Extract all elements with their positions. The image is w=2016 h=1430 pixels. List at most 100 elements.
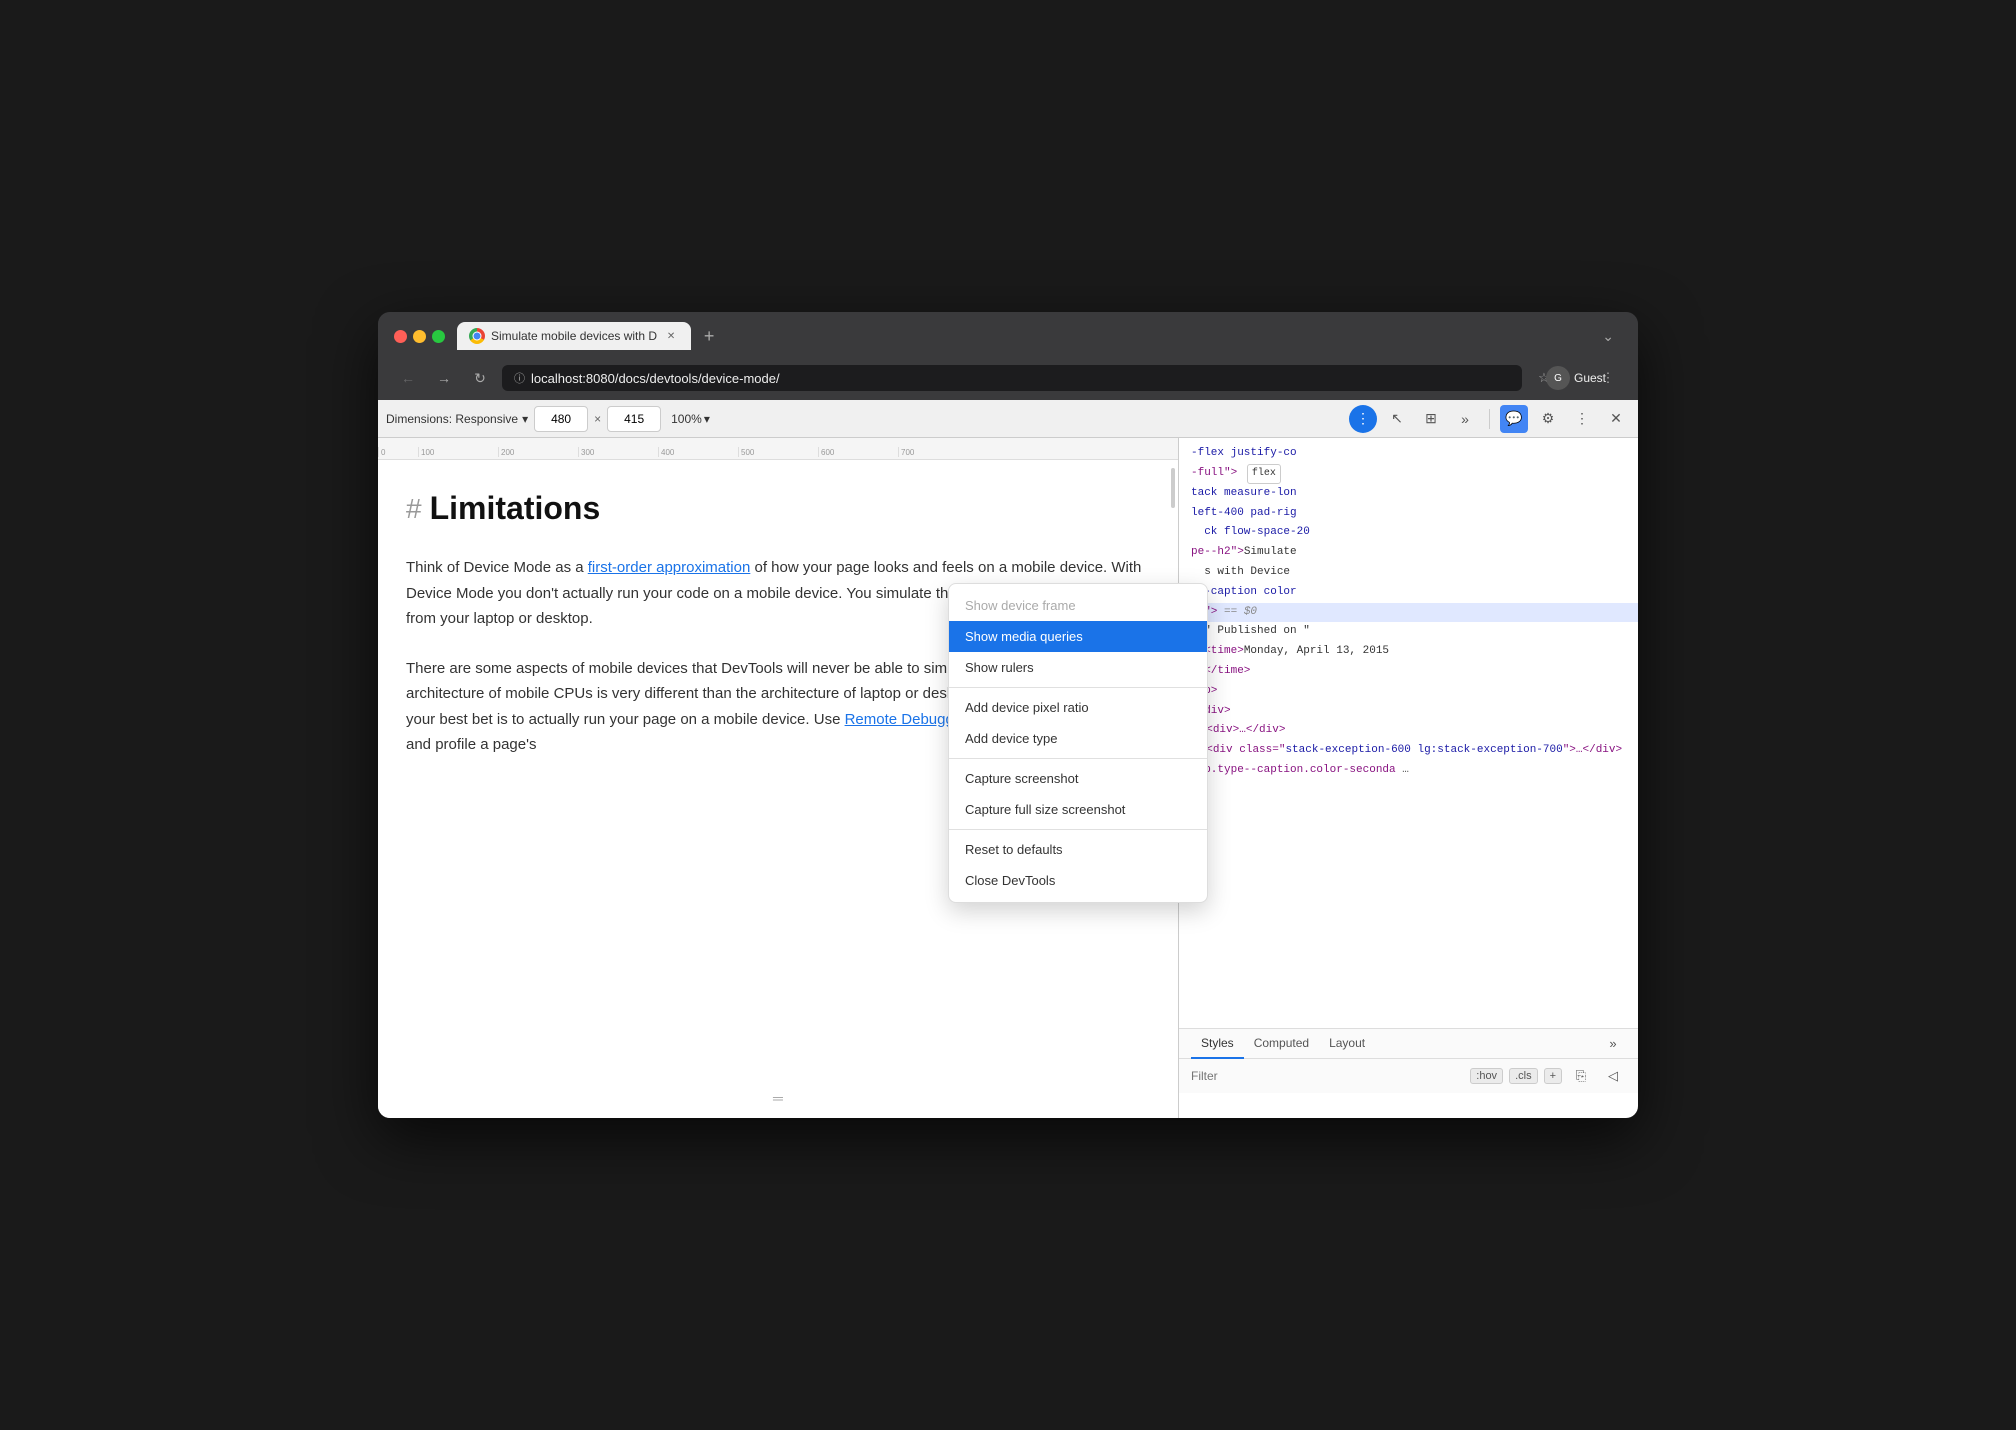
ruler-tick: 100 <box>418 447 498 457</box>
dimensions-dropdown-icon: ▾ <box>522 412 528 426</box>
title-bar: Simulate mobile devices with D ✕ + ⌄ <box>378 312 1638 358</box>
ruler-tick: 300 <box>578 447 658 457</box>
scroll-hint: ═ <box>773 1090 783 1106</box>
new-tab-button[interactable]: + <box>695 322 723 350</box>
equals-sign: == $0 <box>1224 606 1257 618</box>
menu-divider <box>949 758 1207 759</box>
dimensions-label: Dimensions: Responsive <box>386 412 518 426</box>
dimensions-selector[interactable]: Dimensions: Responsive ▾ <box>386 412 528 426</box>
devtools-emulation-toolbar: Dimensions: Responsive ▾ × 100% ▾ ⋮ ↖ ⊞ … <box>378 400 1638 438</box>
dom-line: -full"> flex <box>1179 464 1638 484</box>
ruler-tick: 400 <box>658 447 738 457</box>
styles-panel: Styles Computed Layout » :hov .cls + ⎘ ◁ <box>1179 1028 1638 1118</box>
minimize-button[interactable] <box>413 330 426 343</box>
zoom-dropdown-icon: ▾ <box>704 412 710 426</box>
dom-line: -flex justify-co <box>1179 444 1638 464</box>
styles-tabs: Styles Computed Layout » <box>1179 1029 1638 1059</box>
chat-icon[interactable]: 💬 <box>1500 405 1528 433</box>
tab-computed[interactable]: Computed <box>1244 1029 1319 1059</box>
more-options-button[interactable]: ⋮ <box>1349 405 1377 433</box>
back-button[interactable]: ← <box>394 364 422 392</box>
maximize-button[interactable] <box>432 330 445 343</box>
cls-button[interactable]: .cls <box>1509 1068 1538 1084</box>
ruler-tick: 500 <box>738 447 818 457</box>
context-menu: Show device frame Show media queries Sho… <box>948 583 1208 903</box>
dom-line: ck flow-space-20 <box>1179 523 1638 543</box>
dimension-separator: × <box>594 412 601 426</box>
tab-layout[interactable]: Layout <box>1319 1029 1375 1059</box>
devtools-panel: -flex justify-co -full"> flex tack measu… <box>1178 438 1638 1118</box>
ruler-tick: 0 <box>378 447 418 457</box>
cm-close-devtools[interactable]: Close DevTools <box>949 865 1207 896</box>
width-input[interactable] <box>534 406 588 432</box>
browser-actions: ☆ G Guest ⋮ <box>1530 364 1622 392</box>
dom-line: ▶ <div class="stack-exception-600 lg:sta… <box>1179 741 1638 761</box>
cm-show-rulers[interactable]: Show rulers <box>949 652 1207 683</box>
cm-add-device-pixel-ratio[interactable]: Add device pixel ratio <box>949 692 1207 723</box>
url-bar[interactable]: ⓘ localhost:8080/docs/devtools/device-mo… <box>502 365 1522 391</box>
dom-line: left-400 pad-rig <box>1179 504 1638 524</box>
tab-menu-button[interactable]: ⌄ <box>1594 324 1622 349</box>
kebab-menu-icon[interactable]: ⋮ <box>1568 405 1596 433</box>
tab-favicon <box>469 328 485 344</box>
more-button[interactable]: ⋮ <box>1594 364 1622 392</box>
ruler-tick: 200 <box>498 447 578 457</box>
styles-filter-input[interactable] <box>1191 1069 1464 1083</box>
reload-button[interactable]: ↻ <box>466 364 494 392</box>
page-heading: # Limitations <box>406 490 1150 527</box>
toggle-style-icon[interactable]: ◁ <box>1600 1063 1626 1089</box>
cm-reset-to-defaults[interactable]: Reset to defaults <box>949 834 1207 865</box>
menu-divider <box>949 687 1207 688</box>
address-bar: ← → ↻ ⓘ localhost:8080/docs/devtools/dev… <box>378 358 1638 400</box>
dom-line: s with Device <box>1179 563 1638 583</box>
height-input[interactable] <box>607 406 661 432</box>
cursor-icon[interactable]: ↖ <box>1383 405 1411 433</box>
close-button[interactable] <box>394 330 407 343</box>
cm-capture-full-screenshot[interactable]: Capture full size screenshot <box>949 794 1207 825</box>
settings-icon[interactable]: ⚙ <box>1534 405 1562 433</box>
zoom-selector[interactable]: 100% ▾ <box>671 412 710 426</box>
add-style-button[interactable]: + <box>1544 1068 1562 1084</box>
dom-area: -flex justify-co -full"> flex tack measu… <box>1179 438 1638 1028</box>
dom-line: </p> <box>1179 682 1638 702</box>
flex-badge: flex <box>1247 464 1281 484</box>
menu-divider <box>949 829 1207 830</box>
close-devtools-icon[interactable]: ✕ <box>1602 405 1630 433</box>
hash-icon: # <box>406 493 422 525</box>
traffic-lights <box>394 330 445 343</box>
first-order-link[interactable]: first-order approximation <box>588 559 751 576</box>
cm-capture-screenshot[interactable]: Capture screenshot <box>949 763 1207 794</box>
dom-line: … p.type--caption.color-seconda … <box>1179 761 1638 781</box>
ruler-tick: 700 <box>898 447 978 457</box>
forward-button[interactable]: → <box>430 364 458 392</box>
lock-icon: ⓘ <box>514 370 525 386</box>
cm-show-media-queries[interactable]: Show media queries <box>949 621 1207 652</box>
heading-text: Limitations <box>430 490 601 527</box>
cm-show-device-frame[interactable]: Show device frame <box>949 590 1207 621</box>
dom-line: e--caption color <box>1179 583 1638 603</box>
hov-button[interactable]: :hov <box>1470 1068 1503 1084</box>
avatar: G <box>1546 366 1570 390</box>
browser-tab[interactable]: Simulate mobile devices with D ✕ <box>457 322 691 350</box>
ruler-tick: 600 <box>818 447 898 457</box>
dom-line-selected[interactable]: xt"> == $0 <box>1179 603 1638 623</box>
cm-add-device-type[interactable]: Add device type <box>949 723 1207 754</box>
copy-style-icon[interactable]: ⎘ <box>1568 1063 1594 1089</box>
url-text: localhost:8080/docs/devtools/device-mode… <box>531 371 780 386</box>
tab-styles[interactable]: Styles <box>1191 1029 1244 1059</box>
browser-window: Simulate mobile devices with D ✕ + ⌄ ← →… <box>378 312 1638 1118</box>
main-area: 0 100 200 300 400 500 600 700 # Limitati… <box>378 438 1638 1118</box>
scrollbar-thumb[interactable] <box>1171 468 1175 508</box>
tabs-row: Simulate mobile devices with D ✕ + ⌄ <box>457 322 1622 350</box>
dom-line: <time>Monday, April 13, 2015 <box>1179 642 1638 662</box>
tab-close-button[interactable]: ✕ <box>663 328 679 344</box>
dom-line: </div> <box>1179 702 1638 722</box>
overflow-icon[interactable]: » <box>1451 405 1479 433</box>
tab-title: Simulate mobile devices with D <box>491 329 657 343</box>
screen-toggle-icon[interactable]: ⊞ <box>1417 405 1445 433</box>
dom-line: pe--h2">Simulate <box>1179 543 1638 563</box>
profile-button[interactable]: G Guest <box>1562 364 1590 392</box>
ruler: 0 100 200 300 400 500 600 700 <box>378 438 1178 460</box>
dom-line: ▶ <div>…</div> <box>1179 721 1638 741</box>
more-tabs-icon[interactable]: » <box>1600 1031 1626 1057</box>
